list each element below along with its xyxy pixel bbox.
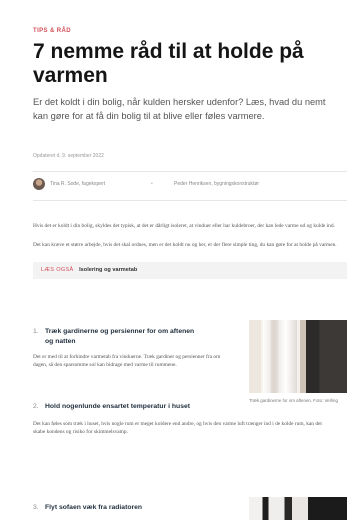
sofa-photo [249, 497, 347, 520]
tip-number: 1. [33, 328, 39, 335]
tip-body-1: Det er med til at forhindre varmetab fra… [33, 354, 221, 369]
tip-heading-2: 2. Hold nogenlunde ensartet temperatur i … [33, 402, 243, 412]
related-article-link[interactable]: LÆS OGSÅ Isolering og varmetab [33, 262, 347, 279]
separator-dot: • [151, 181, 153, 187]
photo-caption: Træk gardinerne for om aftenen. Foto: Ve… [249, 398, 338, 403]
tip-heading-3: 3. Flyt sofaen væk fra radiatoren [33, 503, 243, 513]
tip-heading-text: Træk gardinerne og persienner for om aft… [45, 328, 195, 335]
tip-number: 3. [33, 504, 39, 511]
tip-number: 2. [33, 403, 39, 410]
intro-paragraph-2: Det kan kræve et større arbejde, hvis de… [33, 242, 337, 248]
related-tag: LÆS OGSÅ [41, 267, 74, 273]
related-link-text[interactable]: Isolering og varmetab [79, 267, 137, 273]
tip-heading-1: 1. Træk gardinerne og persienner for om a… [33, 327, 238, 346]
page-title: 7 nemme råd til at holde på varmen [33, 40, 304, 87]
tip-heading-text-2: og natten [45, 337, 76, 345]
curtain-photo [249, 320, 347, 393]
author-name[interactable]: Tina R. Sode, fagekspert [50, 181, 105, 187]
tip-heading-text: Hold nogenlunde ensartet temperatur i hu… [45, 403, 191, 410]
tip-body-2: Det kan føles som træk i huset, hvis nog… [33, 421, 322, 436]
article-category[interactable]: TIPS & RÅD [33, 28, 71, 34]
divider [33, 171, 347, 172]
updated-date: Opdateret d. 9. september 2022 [33, 153, 104, 159]
intro-paragraph: Hvis det er koldt i din bolig, skyldes d… [33, 223, 335, 229]
avatar [33, 178, 45, 190]
article-page: TIPS & RÅD 7 nemme råd til at holde på v… [0, 0, 347, 520]
tip-heading-text: Flyt sofaen væk fra radiatoren [45, 504, 143, 511]
article-subtitle: Er det koldt i din bolig, når kulden her… [33, 97, 326, 121]
author-name-secondary[interactable]: Peder Henriksen, bygningskonstruktør [174, 181, 259, 187]
divider [33, 200, 347, 201]
curtain-shape [263, 320, 297, 393]
author-bar: Tina R. Sode, fagekspert • Peder Henriks… [33, 178, 347, 192]
